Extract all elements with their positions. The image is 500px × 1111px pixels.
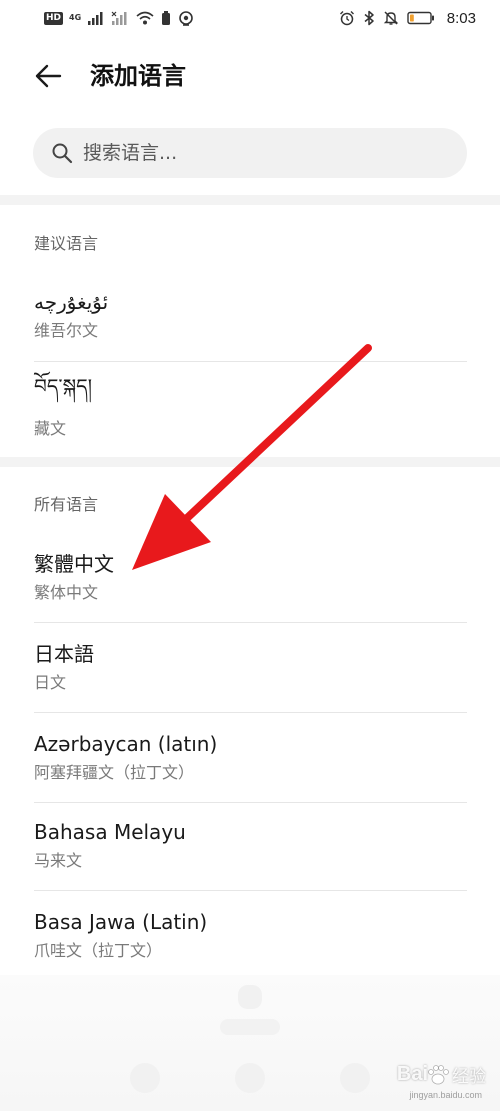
paw-icon bbox=[428, 1064, 449, 1084]
ghost-shape bbox=[235, 1063, 265, 1093]
language-subtitle: 繁体中文 bbox=[34, 583, 99, 602]
status-time: 8:03 bbox=[446, 9, 476, 27]
language-subtitle: 阿塞拜疆文（拉丁文） bbox=[34, 763, 195, 782]
hd-badge: HD bbox=[44, 11, 64, 25]
language-subtitle: 维吾尔文 bbox=[34, 321, 99, 340]
language-item-japanese[interactable]: 日本語 日文 bbox=[34, 640, 467, 713]
arrow-left-icon bbox=[35, 64, 62, 88]
back-button[interactable] bbox=[30, 60, 66, 92]
app-bar: 添加语言 bbox=[0, 48, 500, 104]
row-separator bbox=[34, 712, 467, 713]
search-bar[interactable] bbox=[33, 128, 467, 178]
section-header-suggested: 建议语言 bbox=[34, 234, 99, 253]
ghost-shape bbox=[220, 1019, 280, 1035]
language-item-traditional-chinese[interactable]: 繁體中文 繁体中文 bbox=[34, 550, 467, 623]
language-name: Azərbaycan (latın) bbox=[34, 732, 218, 756]
language-name: Basa Jawa (Latin) bbox=[34, 910, 208, 934]
signal-icon bbox=[88, 12, 103, 25]
hotspot-icon bbox=[179, 11, 193, 26]
language-subtitle: 马来文 bbox=[34, 851, 83, 870]
bluetooth-icon bbox=[364, 10, 374, 26]
row-separator bbox=[34, 361, 467, 362]
section-divider bbox=[0, 195, 500, 205]
section-divider bbox=[0, 457, 500, 467]
language-subtitle: 爪哇文（拉丁文） bbox=[34, 941, 163, 960]
language-subtitle: 日文 bbox=[34, 673, 67, 692]
battery-saver-icon bbox=[162, 11, 171, 25]
network-type-badge: 4G bbox=[69, 13, 82, 22]
language-name: 繁體中文 bbox=[34, 552, 114, 576]
alarm-icon bbox=[339, 11, 354, 26]
row-separator bbox=[34, 890, 467, 891]
language-item-azerbaijani[interactable]: Azərbaycan (latın) 阿塞拜疆文（拉丁文） bbox=[34, 730, 467, 803]
language-subtitle: 藏文 bbox=[34, 419, 67, 438]
status-left: HD 4G bbox=[44, 8, 195, 28]
row-separator bbox=[34, 802, 467, 803]
language-name: 日本語 bbox=[34, 642, 94, 666]
row-separator bbox=[34, 622, 467, 623]
watermark-url: jingyan.baidu.com bbox=[409, 1090, 482, 1100]
battery-icon bbox=[407, 11, 434, 25]
page-title: 添加语言 bbox=[90, 62, 186, 90]
ghost-shape bbox=[238, 985, 262, 1009]
language-item-javanese[interactable]: Basa Jawa (Latin) 爪哇文（拉丁文） bbox=[34, 908, 467, 972]
language-item-tibetan[interactable]: བོད་སྐད། 藏文 bbox=[34, 370, 467, 450]
language-item-uyghur[interactable]: ئۇيغۇرچە 维吾尔文 bbox=[34, 288, 467, 362]
ghost-shape bbox=[130, 1063, 160, 1093]
language-name: Bahasa Melayu bbox=[34, 820, 186, 844]
status-bar: HD 4G 8:03 bbox=[0, 0, 500, 36]
search-input[interactable] bbox=[83, 142, 443, 164]
status-right: 8:03 bbox=[339, 8, 476, 28]
language-item-malay[interactable]: Bahasa Melayu 马来文 bbox=[34, 818, 467, 891]
watermark-suffix: 经验 bbox=[452, 1067, 486, 1087]
watermark-brand: Bai bbox=[396, 1063, 428, 1085]
mute-icon bbox=[383, 11, 398, 25]
language-name: ئۇيغۇرچە bbox=[34, 290, 109, 314]
ghost-shape bbox=[340, 1063, 370, 1093]
watermark-logo: Bai 经验 bbox=[397, 1062, 486, 1087]
signal-x-icon bbox=[111, 11, 127, 25]
section-header-all: 所有语言 bbox=[34, 495, 99, 514]
search-icon bbox=[51, 142, 73, 164]
wifi-icon bbox=[136, 11, 154, 25]
language-name: བོད་སྐད། bbox=[34, 374, 93, 398]
